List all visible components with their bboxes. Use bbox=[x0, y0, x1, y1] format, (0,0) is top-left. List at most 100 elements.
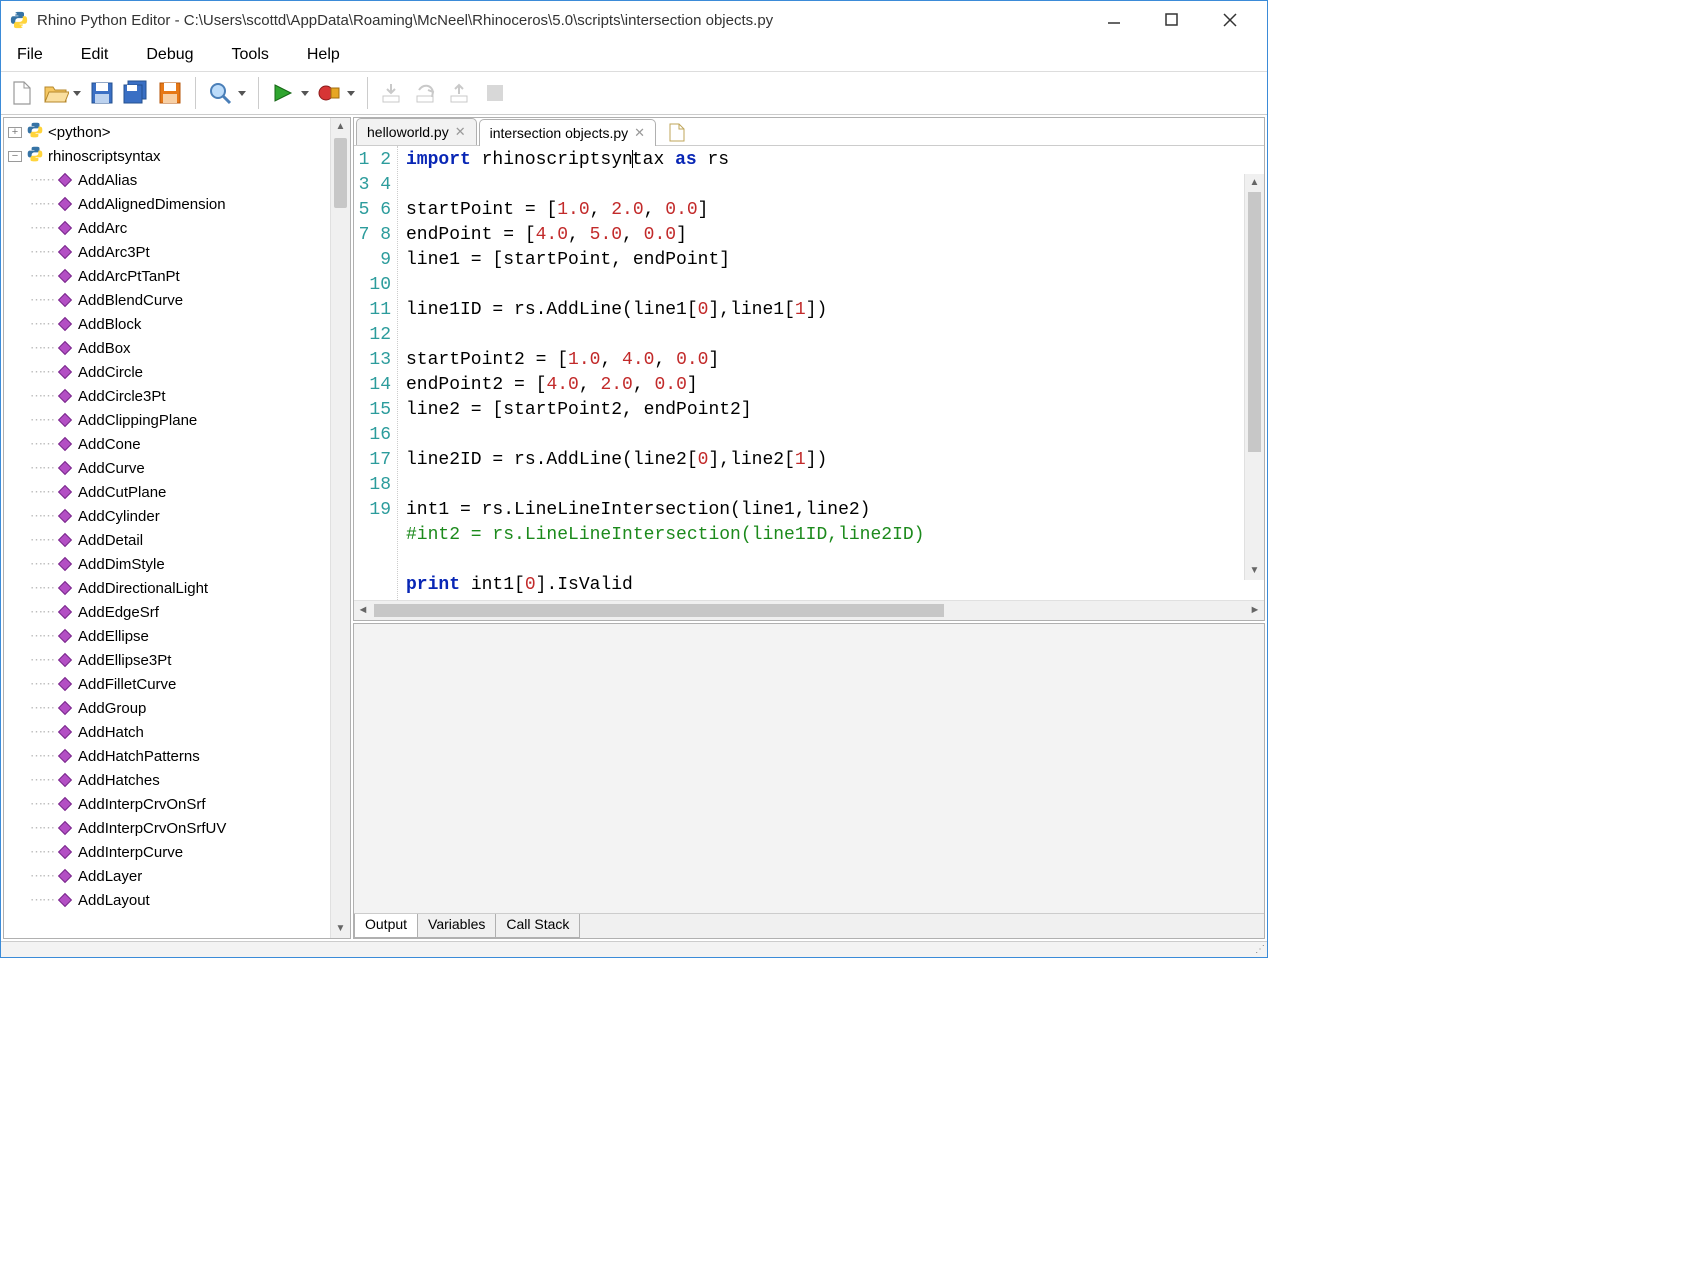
method-icon bbox=[58, 389, 72, 403]
tree-connector-icon: ⋯⋯ bbox=[30, 604, 54, 620]
save-all-button[interactable] bbox=[121, 78, 151, 108]
scroll-up-arrow[interactable]: ▲ bbox=[1245, 174, 1264, 192]
editor-tabs: helloworld.py✕ intersection objects.py✕ bbox=[354, 118, 1264, 146]
method-icon bbox=[58, 677, 72, 691]
close-icon[interactable]: ✕ bbox=[634, 125, 645, 141]
tree-item-addgroup[interactable]: ⋯⋯AddGroup bbox=[8, 696, 350, 720]
new-file-button[interactable] bbox=[7, 78, 37, 108]
scrollbar-thumb[interactable] bbox=[334, 138, 347, 208]
method-icon bbox=[58, 893, 72, 907]
tree-item-addcutplane[interactable]: ⋯⋯AddCutPlane bbox=[8, 480, 350, 504]
method-icon bbox=[58, 725, 72, 739]
tree-item-addarcpttanpt[interactable]: ⋯⋯AddArcPtTanPt bbox=[8, 264, 350, 288]
tree-item-addinterpcurve[interactable]: ⋯⋯AddInterpCurve bbox=[8, 840, 350, 864]
new-tab-button[interactable] bbox=[658, 118, 696, 145]
minimize-button[interactable] bbox=[1099, 5, 1129, 35]
stop-button[interactable] bbox=[480, 78, 510, 108]
tree-node-rhinoscriptsyntax[interactable]: − rhinoscriptsyntax bbox=[8, 144, 350, 168]
tree-item-addarc[interactable]: ⋯⋯AddArc bbox=[8, 216, 350, 240]
tree-item-addfilletcurve[interactable]: ⋯⋯AddFilletCurve bbox=[8, 672, 350, 696]
tree-connector-icon: ⋯⋯ bbox=[30, 388, 54, 404]
editor-vertical-scrollbar[interactable]: ▲ ▼ bbox=[1244, 174, 1264, 580]
tree-item-addblendcurve[interactable]: ⋯⋯AddBlendCurve bbox=[8, 288, 350, 312]
sidebar-scrollbar[interactable]: ▲ ▼ bbox=[330, 118, 350, 938]
tree-item-adddetail[interactable]: ⋯⋯AddDetail bbox=[8, 528, 350, 552]
scroll-down-arrow[interactable]: ▼ bbox=[331, 920, 350, 938]
tree-item-addinterpcrvonsrfuv[interactable]: ⋯⋯AddInterpCrvOnSrfUV bbox=[8, 816, 350, 840]
line-number-gutter: 1 2 3 4 5 6 7 8 9 10 11 12 13 14 15 16 1… bbox=[354, 146, 398, 600]
step-into-button[interactable] bbox=[378, 78, 408, 108]
scroll-right-arrow[interactable]: ► bbox=[1246, 601, 1264, 620]
method-icon bbox=[58, 629, 72, 643]
tree-node-python[interactable]: + <python> bbox=[8, 120, 350, 144]
save-button[interactable] bbox=[87, 78, 117, 108]
tree-connector-icon: ⋯⋯ bbox=[30, 892, 54, 908]
open-file-button[interactable] bbox=[41, 78, 83, 108]
tree-item-addellipse[interactable]: ⋯⋯AddEllipse bbox=[8, 624, 350, 648]
scrollbar-thumb[interactable] bbox=[374, 604, 944, 617]
tree-item-addcircle[interactable]: ⋯⋯AddCircle bbox=[8, 360, 350, 384]
tree-item-addbox[interactable]: ⋯⋯AddBox bbox=[8, 336, 350, 360]
output-panel: Output Variables Call Stack bbox=[353, 623, 1265, 939]
toolbar bbox=[1, 71, 1267, 115]
tab-helloworld[interactable]: helloworld.py✕ bbox=[356, 118, 477, 145]
menu-edit[interactable]: Edit bbox=[77, 43, 113, 67]
tree-item-addalias[interactable]: ⋯⋯AddAlias bbox=[8, 168, 350, 192]
breakpoint-button[interactable] bbox=[315, 78, 357, 108]
tree-connector-icon: ⋯⋯ bbox=[30, 268, 54, 284]
tree-item-addblock[interactable]: ⋯⋯AddBlock bbox=[8, 312, 350, 336]
menu-file[interactable]: File bbox=[13, 43, 47, 67]
tree-item-addhatchpatterns[interactable]: ⋯⋯AddHatchPatterns bbox=[8, 744, 350, 768]
expand-icon[interactable]: + bbox=[8, 127, 22, 138]
editor-horizontal-scrollbar[interactable]: ◄ ► bbox=[354, 600, 1264, 620]
menu-tools[interactable]: Tools bbox=[228, 43, 273, 67]
close-button[interactable] bbox=[1215, 5, 1245, 35]
tree-item-adddirectionallight[interactable]: ⋯⋯AddDirectionalLight bbox=[8, 576, 350, 600]
tree-item-addcurve[interactable]: ⋯⋯AddCurve bbox=[8, 456, 350, 480]
tree-item-addlayout[interactable]: ⋯⋯AddLayout bbox=[8, 888, 350, 912]
tab-callstack[interactable]: Call Stack bbox=[495, 914, 580, 938]
close-icon[interactable]: ✕ bbox=[455, 124, 466, 140]
method-icon bbox=[58, 509, 72, 523]
tree-item-label: AddCurve bbox=[78, 460, 145, 477]
tree-item-addclippingplane[interactable]: ⋯⋯AddClippingPlane bbox=[8, 408, 350, 432]
maximize-button[interactable] bbox=[1157, 5, 1187, 35]
tree-item-addaligneddimension[interactable]: ⋯⋯AddAlignedDimension bbox=[8, 192, 350, 216]
tree-item-addhatches[interactable]: ⋯⋯AddHatches bbox=[8, 768, 350, 792]
tree-item-addcylinder[interactable]: ⋯⋯AddCylinder bbox=[8, 504, 350, 528]
tree-item-addcircle3pt[interactable]: ⋯⋯ AddCircle3Pt bbox=[8, 384, 350, 408]
tree-item-addarc3pt[interactable]: ⋯⋯AddArc3Pt bbox=[8, 240, 350, 264]
tree-item-addellipse3pt[interactable]: ⋯⋯AddEllipse3Pt bbox=[8, 648, 350, 672]
menu-help[interactable]: Help bbox=[303, 43, 344, 67]
tab-variables[interactable]: Variables bbox=[417, 914, 496, 938]
run-button[interactable] bbox=[269, 78, 311, 108]
method-icon bbox=[58, 869, 72, 883]
save-as-button[interactable] bbox=[155, 78, 185, 108]
tree-item-label: AddEllipse3Pt bbox=[78, 652, 171, 669]
tab-output[interactable]: Output bbox=[354, 914, 418, 938]
method-icon bbox=[58, 653, 72, 667]
menu-debug[interactable]: Debug bbox=[142, 43, 197, 67]
scroll-left-arrow[interactable]: ◄ bbox=[354, 601, 372, 620]
method-icon bbox=[58, 197, 72, 211]
tree-item-addcone[interactable]: ⋯⋯AddCone bbox=[8, 432, 350, 456]
scroll-up-arrow[interactable]: ▲ bbox=[331, 118, 350, 136]
scroll-down-arrow[interactable]: ▼ bbox=[1245, 562, 1264, 580]
step-over-button[interactable] bbox=[412, 78, 442, 108]
tree-item-adddimstyle[interactable]: ⋯⋯AddDimStyle bbox=[8, 552, 350, 576]
search-button[interactable] bbox=[206, 78, 248, 108]
output-body[interactable] bbox=[354, 624, 1264, 913]
resize-grip-icon[interactable]: ⋰ bbox=[1255, 944, 1265, 955]
method-icon bbox=[58, 173, 72, 187]
tree-item-label: AddCircle3Pt bbox=[78, 388, 166, 405]
tree-connector-icon: ⋯⋯ bbox=[30, 292, 54, 308]
tree-item-addlayer[interactable]: ⋯⋯AddLayer bbox=[8, 864, 350, 888]
step-out-button[interactable] bbox=[446, 78, 476, 108]
tree-item-addedgesrf[interactable]: ⋯⋯AddEdgeSrf bbox=[8, 600, 350, 624]
code-editor[interactable]: import rhinoscriptsyntax as rs startPoin… bbox=[398, 146, 1264, 600]
tree-item-addhatch[interactable]: ⋯⋯AddHatch bbox=[8, 720, 350, 744]
tree-item-addinterpcrvonsrf[interactable]: ⋯⋯AddInterpCrvOnSrf bbox=[8, 792, 350, 816]
scrollbar-thumb[interactable] bbox=[1248, 192, 1261, 452]
tab-intersection-objects[interactable]: intersection objects.py✕ bbox=[479, 119, 656, 146]
collapse-icon[interactable]: − bbox=[8, 151, 22, 162]
